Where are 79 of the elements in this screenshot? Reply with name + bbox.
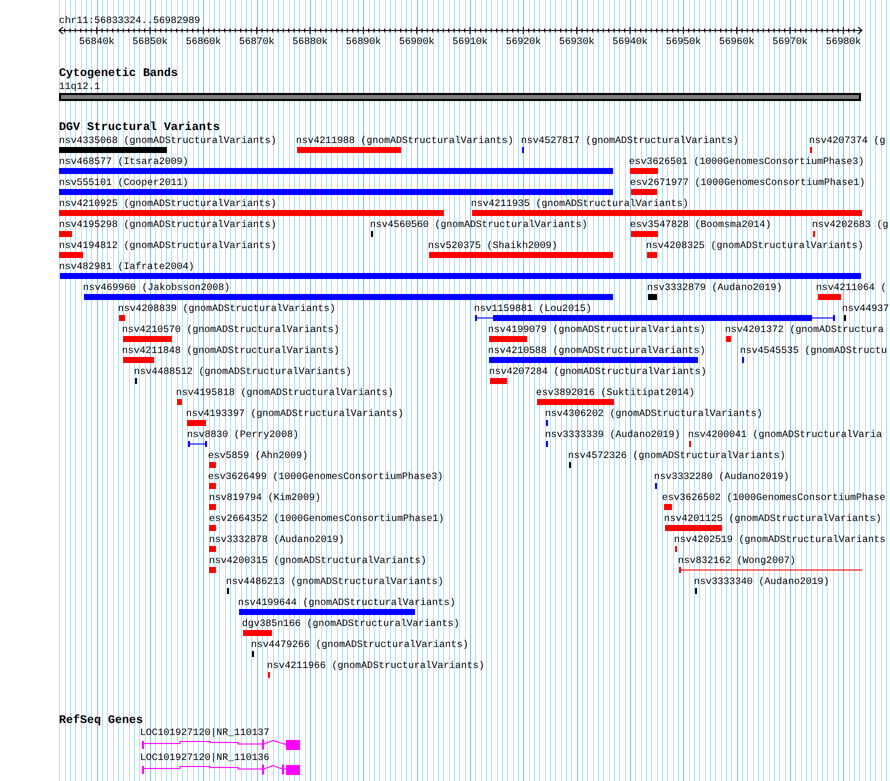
- band-label: 11q12.1: [59, 81, 100, 92]
- variant-label: nsv4202683 (g: [812, 219, 888, 230]
- variant-label: nsv4306202 (gnomADStructuralVariants): [545, 408, 763, 419]
- variant-label: nsv4193397 (gnomADStructuralVariants): [186, 408, 404, 419]
- variant-label: nsv3332879 (Audano2019): [647, 282, 782, 293]
- variant-label: nsv4200041 (gnomADStructuralVaria: [688, 429, 882, 440]
- variant-label: nsv4201125 (gnomADStructuralVariants): [664, 513, 882, 524]
- variant-label: nsv482981 (Iafrate2004): [59, 261, 194, 272]
- variant-label: nsv469960 (Jakobsson2008): [83, 282, 230, 293]
- variant-label: nsv4207374 (g: [809, 135, 886, 146]
- variant-label: nsv4195298 (gnomADStructuralVariants): [59, 219, 277, 230]
- variant-label: nsv832162 (Wong2007): [678, 555, 796, 566]
- variant-label: nsv4210925 (gnomADStructuralVariants): [59, 198, 277, 209]
- variant-label: nsv468577 (Itsara2009): [59, 156, 188, 167]
- variant-label: nsv4572326 (gnomADStructuralVariants): [568, 450, 786, 461]
- transcript-label: LOC101927120|NR_110136: [140, 752, 270, 763]
- variant-label: nsv4201372 (gnomADStructura: [725, 324, 884, 335]
- variant-label: nsv4211988 (gnomADStructuralVariants): [296, 135, 514, 146]
- variant-label: esv2671977 (1000GenomesConsortiumPhase1): [630, 177, 866, 188]
- tick-label: 56970k: [772, 36, 808, 47]
- variant-label: nsv3333339 (Audano2019): [545, 429, 680, 440]
- variant-label: nsv4210570 (gnomADStructuralVariants): [122, 324, 340, 335]
- variant-label: nsv4207284 (gnomADStructuralVariants): [489, 366, 707, 377]
- variant-label: nsv4486213 (gnomADStructuralVariants): [226, 576, 444, 587]
- tick-label: 56860k: [185, 36, 222, 47]
- tick-label: 56960k: [718, 36, 755, 47]
- tick-label: 56900k: [398, 36, 435, 47]
- variant-label: nsv4545535 (gnomADStructu: [740, 345, 887, 356]
- tick-label: 56850k: [132, 36, 168, 47]
- transcript-label: LOC101927120|NR_110137: [140, 727, 270, 738]
- variant-label: nsv4479266 (gnomADStructuralVariants): [251, 639, 469, 650]
- tick-label: 56890k: [345, 36, 382, 47]
- variant-label: nsv4195818 (gnomADStructuralVariants): [176, 387, 394, 398]
- tick-label: 56840k: [78, 36, 115, 47]
- tick-label: 56950k: [665, 36, 702, 47]
- variant-label: esv3547828 (Boomsma2014): [630, 219, 772, 230]
- variant-label: nsv4211064 (: [816, 282, 887, 293]
- variant-label: nsv4211935 (gnomADStructuralVariants): [471, 198, 689, 209]
- variant-label: nsv4199079 (gnomADStructuralVariants): [488, 324, 706, 335]
- variant-label: nsv4208325 (gnomADStructuralVariants): [646, 240, 864, 251]
- variant-label: esv3626502 (1000GenomesConsortiumPhase: [662, 492, 886, 503]
- variant-label: esv2664352 (1000GenomesConsortiumPhase1): [209, 513, 444, 524]
- variant-label: nsv4194812 (gnomADStructuralVariants): [59, 240, 277, 251]
- variant-label: nsv4527817 (gnomADStructuralVariants): [521, 135, 739, 146]
- variant-label: nsv520375 (Shaikh2009): [428, 240, 558, 251]
- variant-label: esv5859 (Ahn2009): [208, 450, 308, 461]
- track-title: RefSeq Genes: [59, 714, 143, 727]
- variant-label: nsv555101 (Cooper2011): [59, 177, 188, 188]
- variant-label: esv3892016 (Suktitipat2014): [536, 387, 695, 398]
- variant-label: nsv3333340 (Audano2019): [694, 576, 830, 587]
- variant-label: dgv385n166 (gnomADStructuralVariants): [242, 618, 460, 629]
- variant-label: nsv3332280 (Audano2019): [654, 471, 790, 482]
- variant-label: nsv4199644 (gnomADStructuralVariants): [238, 597, 456, 608]
- variant-label: nsv44937: [842, 303, 890, 314]
- tick-label: 56910k: [452, 36, 488, 47]
- tick-label: 56940k: [612, 36, 648, 47]
- variant-label: nsv4211848 (gnomADStructuralVariants): [122, 345, 340, 356]
- variant-label: nsv819794 (Kim2009): [209, 492, 321, 503]
- variant-label: nsv4560560 (gnomADStructuralVariants): [370, 219, 588, 230]
- variant-label: nsv3332878 (Audano2019): [209, 534, 344, 545]
- variant-label: esv3626499 (1000GenomesConsortiumPhase3): [208, 471, 444, 482]
- track-title: Cytogenetic Bands: [59, 67, 178, 80]
- variant-label: nsv4335068 (gnomADStructuralVariants): [59, 135, 277, 146]
- tick-label: 56880k: [292, 36, 328, 47]
- tick-label: 56870k: [238, 36, 275, 47]
- variant-label: nsv4210588 (gnomADStructuralVariants): [488, 345, 706, 356]
- tick-label: 56920k: [505, 36, 542, 47]
- track-title: DGV Structural Variants: [59, 121, 220, 134]
- tick-label: 56980k: [825, 36, 862, 47]
- variant-label: nsv8830 (Perry2008): [187, 429, 299, 440]
- variant-label: nsv4202519 (gnomADStructuralVariants: [674, 534, 886, 545]
- region-label: chr11:56833324..56982989: [59, 15, 200, 26]
- variant-label: esv3626501 (1000GenomesConsortiumPhase3): [629, 156, 864, 167]
- variant-label: nsv4211966 (gnomADStructuralVariants): [267, 660, 485, 671]
- tick-label: 56930k: [558, 36, 595, 47]
- variant-label: nsv4200315 (gnomADStructuralVariants): [209, 555, 427, 566]
- variant-label: nsv4488512 (gnomADStructuralVariants): [134, 366, 352, 377]
- variant-label: nsv1159881 (Lou2015): [474, 303, 592, 314]
- variant-label: nsv4208839 (gnomADStructuralVariants): [118, 303, 336, 314]
